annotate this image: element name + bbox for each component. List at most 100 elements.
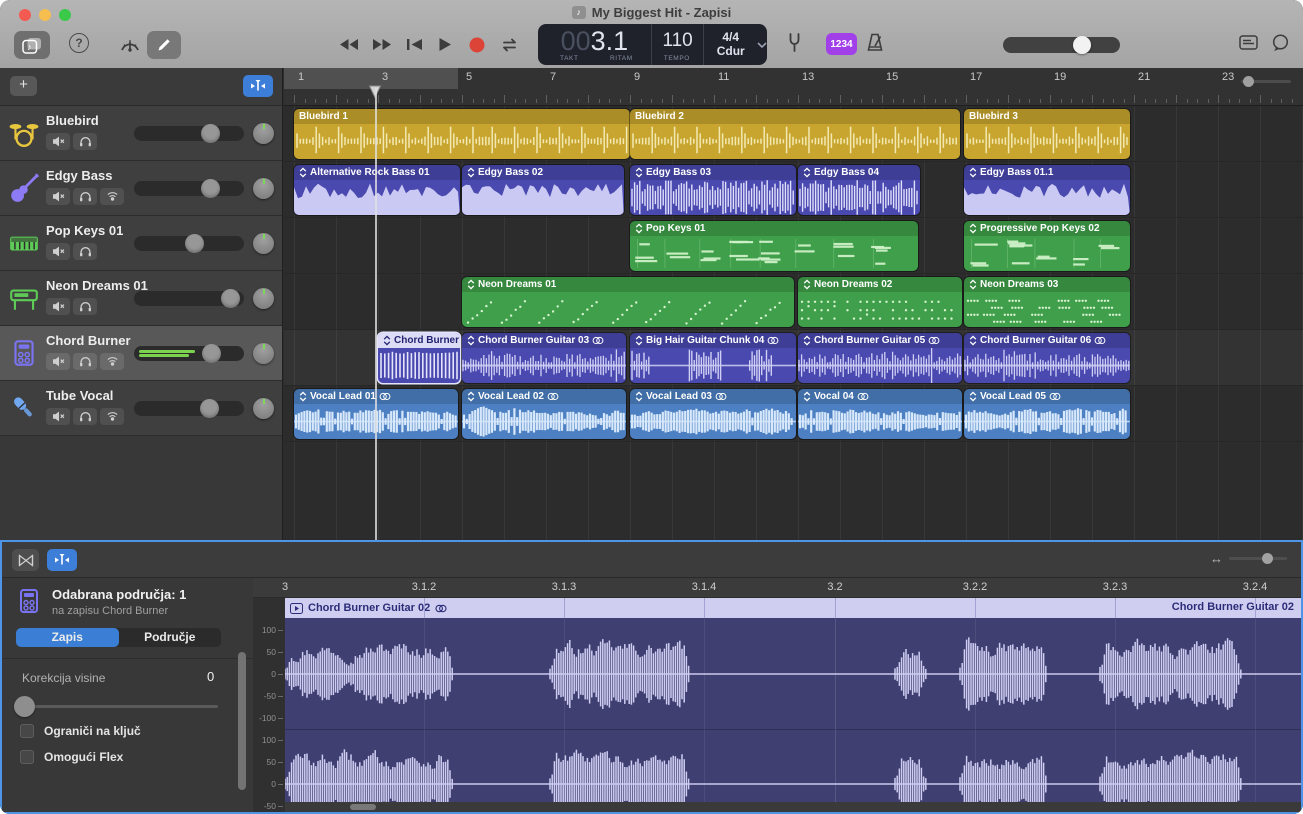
track-volume-knob[interactable] xyxy=(201,124,220,143)
region-edgy-bass-02[interactable]: Edgy Bass 02 xyxy=(462,165,624,215)
add-track-button[interactable]: + xyxy=(10,76,37,96)
forward-button[interactable] xyxy=(372,38,392,51)
region-vocal-lead-03[interactable]: Vocal Lead 03 xyxy=(630,389,796,439)
mute-button[interactable] xyxy=(46,243,70,260)
region-big-hair-guitar-chunk-04[interactable]: Big Hair Guitar Chunk 04 xyxy=(630,333,796,383)
track-volume-knob[interactable] xyxy=(201,179,220,198)
region-play-icon[interactable] xyxy=(290,603,303,614)
limit-to-key-checkbox[interactable] xyxy=(20,724,34,738)
help-button[interactable]: ? xyxy=(69,33,89,53)
solo-button[interactable] xyxy=(73,188,97,205)
mute-button[interactable] xyxy=(46,408,70,425)
pan-knob[interactable] xyxy=(253,398,274,419)
track-header-edgy-bass[interactable]: Edgy Bass xyxy=(0,161,282,216)
enable-flex-checkbox[interactable] xyxy=(20,750,34,764)
region-pop-keys-01[interactable]: Pop Keys 01 xyxy=(630,221,918,271)
editor-region-header[interactable]: Chord Burner Guitar 02 Chord Burner Guit… xyxy=(285,598,1301,618)
tab-zapis[interactable]: Zapis xyxy=(16,628,119,647)
timeline-zoom-slider[interactable] xyxy=(1241,80,1291,83)
editor-ruler[interactable]: 33.1.23.1.33.1.43.23.2.23.2.33.2.4 xyxy=(253,578,1301,598)
region-chord-burner-guitar-06[interactable]: Chord Burner Guitar 06 xyxy=(964,333,1130,383)
track-header-chord-burner[interactable]: Chord Burner xyxy=(0,326,282,381)
mute-button[interactable] xyxy=(46,188,70,205)
region-neon-dreams-03[interactable]: Neon Dreams 03 xyxy=(964,277,1130,327)
editor-hscroll-handle[interactable] xyxy=(350,804,376,810)
pencil-mode-button[interactable] xyxy=(147,31,181,59)
track-volume-slider[interactable] xyxy=(134,236,244,251)
timeline-zoom-knob[interactable] xyxy=(1243,76,1254,87)
region-bluebird-1[interactable]: Bluebird 1 xyxy=(294,109,630,159)
editor-waveform[interactable] xyxy=(285,618,1301,802)
region-chord-burner-guitar-05[interactable]: Chord Burner Guitar 05 xyxy=(798,333,962,383)
track-volume-slider[interactable] xyxy=(134,401,244,416)
go-to-beginning-button[interactable] xyxy=(406,38,422,51)
playhead[interactable] xyxy=(375,88,377,540)
region-edgy-bass-03[interactable]: Edgy Bass 03 xyxy=(630,165,796,215)
editor-zoom-slider[interactable] xyxy=(1229,557,1287,560)
mute-button[interactable] xyxy=(46,298,70,315)
region-chord-burner[interactable]: Chord Burner xyxy=(378,333,460,383)
chevron-down-icon[interactable] xyxy=(757,42,767,48)
track-volume-slider[interactable] xyxy=(134,181,244,196)
mute-button[interactable] xyxy=(46,133,70,150)
pan-knob[interactable] xyxy=(253,288,274,309)
master-volume-knob[interactable] xyxy=(1073,36,1091,54)
solo-button[interactable] xyxy=(73,353,97,370)
solo-button[interactable] xyxy=(73,408,97,425)
inspector-scrollbar[interactable] xyxy=(238,652,246,790)
track-header-neon-dreams-01[interactable]: Neon Dreams 01 xyxy=(0,271,282,326)
pitch-correction-slider[interactable] xyxy=(20,705,218,708)
track-volume-knob[interactable] xyxy=(200,399,219,418)
tuning-fork-button[interactable] xyxy=(787,32,802,53)
track-volume-slider[interactable] xyxy=(134,291,244,306)
tuner-button[interactable] xyxy=(119,35,141,52)
region-bluebird-2[interactable]: Bluebird 2 xyxy=(630,109,960,159)
metronome-button[interactable] xyxy=(865,33,885,52)
tab-podrucje[interactable]: Područje xyxy=(119,628,222,647)
input-button[interactable] xyxy=(100,188,124,205)
catch-playhead-button[interactable] xyxy=(243,75,273,97)
flex-button[interactable] xyxy=(12,549,39,571)
display-mode-button[interactable] xyxy=(1239,35,1259,51)
play-button[interactable] xyxy=(438,37,452,52)
region-alternative-rock-bass-01[interactable]: Alternative Rock Bass 01 xyxy=(294,165,460,215)
region-vocal-lead-05[interactable]: Vocal Lead 05 xyxy=(964,389,1130,439)
track-header-bluebird[interactable]: Bluebird xyxy=(0,106,282,161)
solo-button[interactable] xyxy=(73,133,97,150)
track-volume-knob[interactable] xyxy=(202,344,221,363)
pan-knob[interactable] xyxy=(253,343,274,364)
track-header-pop-keys-01[interactable]: Pop Keys 01 xyxy=(0,216,282,271)
region-edgy-bass-01-1[interactable]: Edgy Bass 01.1 xyxy=(964,165,1130,215)
track-volume-knob[interactable] xyxy=(221,289,240,308)
count-in-button[interactable]: 1234 xyxy=(826,33,857,55)
mute-button[interactable] xyxy=(46,353,70,370)
input-button[interactable] xyxy=(100,408,124,425)
solo-button[interactable] xyxy=(73,243,97,260)
lcd-display[interactable]: 003.1 TAKT RITAM 110 TEMPO 4/4 Cdur xyxy=(538,24,767,65)
record-button[interactable] xyxy=(469,37,485,53)
region-chord-burner-guitar-03[interactable]: Chord Burner Guitar 03 xyxy=(462,333,626,383)
region-bluebird-3[interactable]: Bluebird 3 xyxy=(964,109,1130,159)
chat-button[interactable] xyxy=(1271,34,1290,52)
library-button[interactable]: ♪ xyxy=(14,31,50,59)
editor-hscrollbar[interactable] xyxy=(285,802,1301,812)
track-volume-knob[interactable] xyxy=(185,234,204,253)
cycle-button[interactable] xyxy=(500,38,519,52)
track-volume-slider[interactable] xyxy=(134,126,244,141)
rewind-button[interactable] xyxy=(339,38,359,51)
pan-knob[interactable] xyxy=(253,178,274,199)
pitch-correction-knob[interactable] xyxy=(14,696,35,717)
region-edgy-bass-04[interactable]: Edgy Bass 04 xyxy=(798,165,920,215)
master-volume-slider[interactable] xyxy=(1003,37,1120,53)
region-progressive-pop-keys-02[interactable]: Progressive Pop Keys 02 xyxy=(964,221,1130,271)
region-neon-dreams-02[interactable]: Neon Dreams 02 xyxy=(798,277,962,327)
bar-ruler[interactable]: 1357911131517192123 xyxy=(284,68,1303,106)
track-header-tube-vocal[interactable]: Tube Vocal xyxy=(0,381,282,436)
solo-button[interactable] xyxy=(73,298,97,315)
pan-knob[interactable] xyxy=(253,233,274,254)
editor-zoom-knob[interactable] xyxy=(1262,553,1273,564)
region-neon-dreams-01[interactable]: Neon Dreams 01 xyxy=(462,277,794,327)
editor-catch-playhead-button[interactable] xyxy=(47,549,77,571)
region-vocal-04[interactable]: Vocal 04 xyxy=(798,389,962,439)
region-vocal-lead-02[interactable]: Vocal Lead 02 xyxy=(462,389,626,439)
